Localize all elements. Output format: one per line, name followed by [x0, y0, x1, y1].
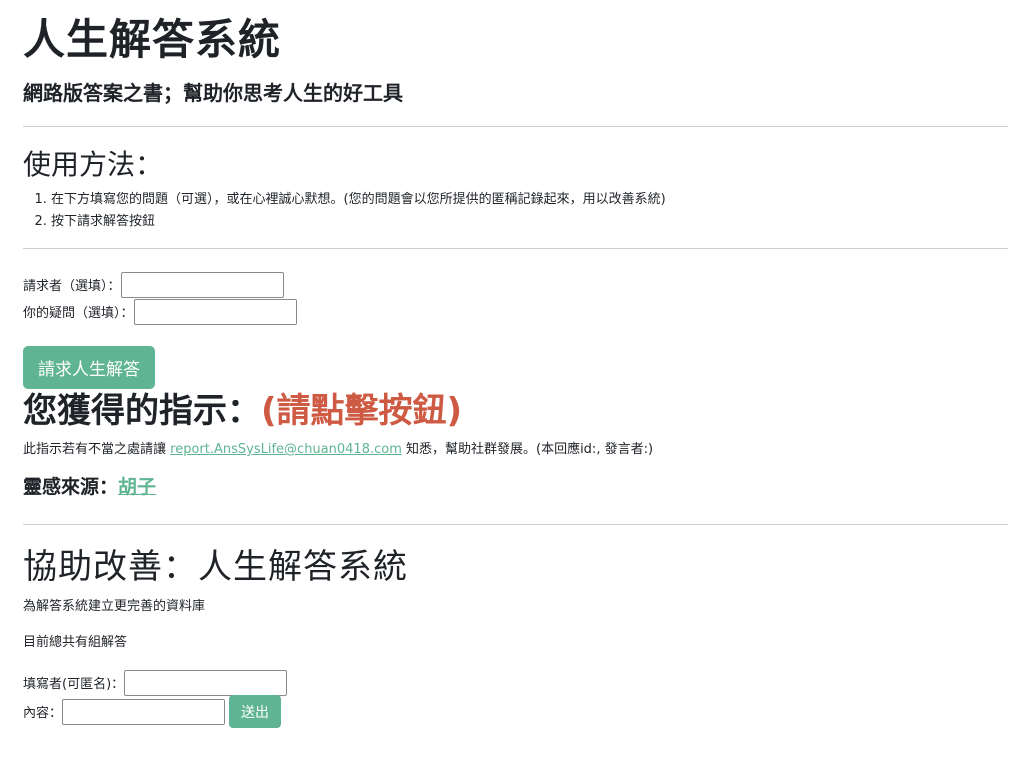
total-count: 目前總共有組解答 — [23, 635, 128, 650]
author-row: 填寫者(可匿名)： — [23, 668, 1008, 697]
requester-row: 請求者（選填）： — [23, 271, 1008, 298]
report-email-link[interactable]: report.AnsSysLife@chuan0418.com — [170, 442, 402, 457]
question-label: 你的疑問（選填）： — [23, 306, 134, 321]
request-form: 請求者（選填）： 你的疑問（選填）： — [23, 271, 1008, 325]
source-line: 靈感來源：胡子 — [23, 474, 1008, 500]
improve-title: 協助改善：人生解答系統 — [23, 547, 408, 587]
source-link[interactable]: 胡子 — [118, 476, 156, 498]
request-answer-button[interactable]: 請求人生解答 — [23, 346, 155, 389]
divider — [23, 126, 1008, 127]
answer-heading-label: 您獲得的指示： — [23, 391, 261, 431]
site-subtitle: 網路版答案之書；幫助你思考人生的好工具 — [23, 81, 403, 105]
divider — [23, 524, 1008, 525]
question-row: 你的疑問（選填）： — [23, 298, 1008, 325]
requester-input[interactable] — [120, 271, 284, 298]
answer-heading: 您獲得的指示：(請點擊按鈕) — [23, 389, 1008, 433]
report-suffix: 知悉，幫助社群發展。(本回應id:, 發言者:) — [406, 442, 654, 457]
question-input[interactable] — [133, 298, 297, 325]
page: 人生解答系統 網路版答案之書；幫助你思考人生的好工具 使用方法： 在下方填寫您的… — [0, 0, 1024, 728]
divider — [23, 248, 1008, 249]
usage-step: 按下請求解答按鈕 — [51, 211, 1008, 233]
requester-label: 請求者（選填）： — [23, 279, 121, 294]
answer-text: (請點擊按鈕) — [261, 391, 463, 431]
site-title: 人生解答系統 — [23, 15, 282, 64]
content-label: 內容： — [23, 706, 63, 721]
submit-button[interactable]: 送出 — [229, 695, 282, 728]
usage-steps: 在下方填寫您的問題（可選），或在心裡誠心默想。(您的問題會以您所提供的匿稱記錄起… — [23, 189, 1008, 233]
contribute-form: 填寫者(可匿名)： 內容： 送出 — [23, 668, 1008, 728]
report-line: 此指示若有不當之處請讓 report.AnsSysLife@chuan0418.… — [23, 441, 1008, 459]
source-label: 靈感來源： — [23, 476, 119, 498]
content-row: 內容： 送出 — [23, 695, 1008, 728]
usage-title: 使用方法： — [23, 148, 164, 181]
usage-step: 在下方填寫您的問題（可選），或在心裡誠心默想。(您的問題會以您所提供的匿稱記錄起… — [51, 189, 1008, 211]
report-prefix: 此指示若有不當之處請讓 — [23, 442, 167, 457]
author-input[interactable] — [124, 669, 288, 696]
content-input[interactable] — [62, 698, 226, 725]
improve-description: 為解答系統建立更完善的資料庫 — [23, 599, 206, 614]
author-label: 填寫者(可匿名)： — [23, 677, 125, 692]
